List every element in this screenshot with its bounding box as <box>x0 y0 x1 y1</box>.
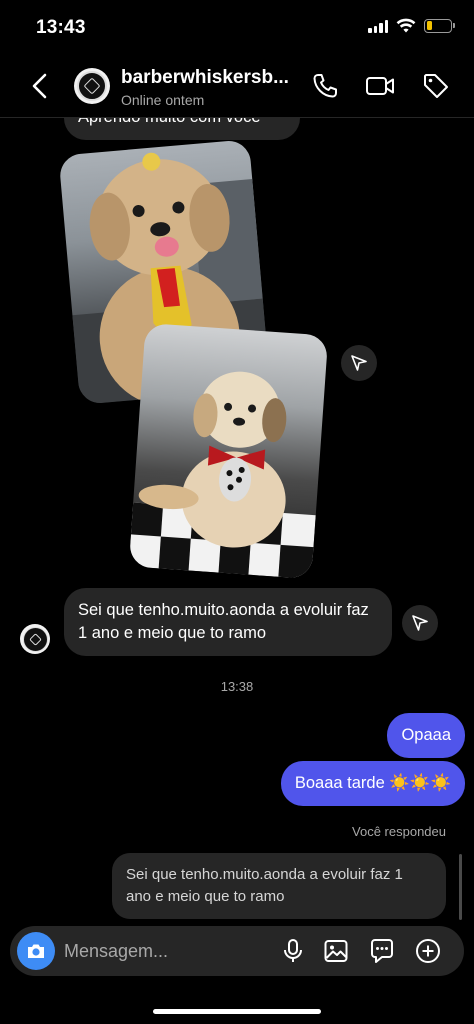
message-input[interactable] <box>64 937 264 965</box>
reply-preview[interactable]: Sei que tenho.muito.aonda a evoluir faz … <box>112 853 446 919</box>
camera-button[interactable] <box>17 932 55 970</box>
back-button[interactable] <box>24 69 58 103</box>
outgoing-message[interactable]: Boaaa tarde ☀️☀️☀️ <box>280 761 465 806</box>
message-timestamp: 13:38 <box>220 679 254 694</box>
sticker-button[interactable] <box>366 935 398 967</box>
video-call-button[interactable] <box>364 70 396 102</box>
status-time: 13:43 <box>36 17 86 38</box>
video-camera-icon <box>366 77 394 95</box>
wifi-icon <box>396 18 416 33</box>
battery-icon <box>424 18 455 33</box>
contact-name[interactable]: barberwhiskersb... <box>121 67 301 89</box>
chevron-left-icon <box>32 73 47 99</box>
contact-status: Online ontem <box>121 92 205 108</box>
more-options-button[interactable] <box>412 935 444 967</box>
label-button[interactable] <box>420 70 452 102</box>
message-composer <box>10 926 464 976</box>
chat-header: barberwhiskersb... Online ontem <box>0 56 474 118</box>
share-message-button[interactable] <box>402 605 438 641</box>
plus-icon <box>416 939 440 963</box>
incoming-message-partial[interactable]: Aprendo muito com você <box>64 118 300 140</box>
replied-label: Você respondeu <box>352 824 446 839</box>
tag-icon <box>424 74 448 98</box>
status-icons <box>368 18 455 33</box>
cellular-signal-icon <box>368 19 388 33</box>
reply-indicator-bar <box>459 854 462 920</box>
camera-icon <box>28 944 44 958</box>
contact-avatar[interactable] <box>74 68 110 104</box>
sender-avatar[interactable] <box>20 624 50 654</box>
dog-photo-illustration <box>128 371 316 580</box>
call-button[interactable] <box>309 70 341 102</box>
outgoing-message[interactable]: Opaaa <box>387 713 465 758</box>
sticker-icon <box>371 939 393 963</box>
send-icon <box>412 615 428 631</box>
shared-photo-2[interactable] <box>128 322 329 580</box>
image-icon <box>324 940 348 962</box>
message-list[interactable]: Aprendo muito com você <box>0 118 474 928</box>
gallery-button[interactable] <box>320 935 352 967</box>
send-icon <box>351 355 367 371</box>
microphone-icon <box>284 939 302 962</box>
incoming-message[interactable]: Sei que tenho.muito.aonda a evoluir faz … <box>64 588 392 656</box>
share-photo-button[interactable] <box>341 345 377 381</box>
status-bar: 13:43 <box>0 0 474 56</box>
voice-message-button[interactable] <box>277 935 309 967</box>
home-indicator[interactable] <box>153 1009 321 1014</box>
phone-icon <box>313 74 337 98</box>
